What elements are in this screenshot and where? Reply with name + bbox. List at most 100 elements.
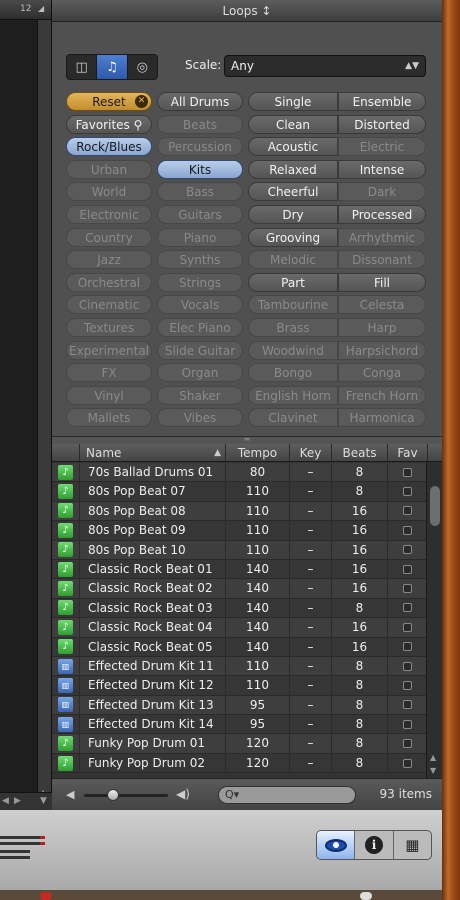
keyword-button-distorted[interactable]: Distorted bbox=[338, 114, 426, 134]
table-row[interactable]: ♪ 80s Pop Beat 10 110–16 bbox=[52, 540, 426, 560]
table-row[interactable]: ▥ Effected Drum Kit 13 95–8 bbox=[52, 695, 426, 716]
keyword-button-experimental[interactable]: Experimental bbox=[66, 340, 152, 360]
scale-select[interactable]: Any ▲▼ bbox=[224, 55, 426, 77]
track-vertical-scrollbar[interactable]: ▲ bbox=[37, 20, 51, 797]
keyword-button-clean[interactable]: Clean bbox=[248, 114, 338, 134]
favorite-checkbox[interactable] bbox=[402, 758, 412, 768]
table-row[interactable]: ♪ Funky Pop Drum 01 120–8 bbox=[52, 734, 426, 754]
favorite-checkbox[interactable] bbox=[402, 661, 412, 671]
keyword-button-harmonica[interactable]: Harmonica bbox=[338, 408, 426, 428]
keyword-button-bass[interactable]: Bass bbox=[157, 182, 243, 202]
keyword-button-harpsichord[interactable]: Harpsichord bbox=[338, 340, 426, 360]
results-scrollbar[interactable]: ▲ ▼ bbox=[426, 462, 442, 778]
keyword-button-processed[interactable]: Processed bbox=[338, 205, 426, 224]
col-header-key[interactable]: Key bbox=[290, 444, 332, 461]
keyword-button-dry[interactable]: Dry bbox=[248, 205, 338, 224]
keyword-button-tambourine[interactable]: Tambourine bbox=[248, 295, 338, 315]
loop-browser-button[interactable] bbox=[317, 831, 356, 859]
keyword-button-bongo[interactable]: Bongo bbox=[248, 363, 338, 383]
keyword-button-fill[interactable]: Fill bbox=[338, 272, 426, 292]
keyword-button-relaxed[interactable]: Relaxed bbox=[248, 159, 338, 179]
keyword-button-guitars[interactable]: Guitars bbox=[157, 205, 243, 224]
col-header-fav[interactable]: Fav bbox=[388, 444, 428, 461]
keyword-button-favorites[interactable]: Favorites ⚲ bbox=[66, 114, 152, 134]
keyword-button-urban[interactable]: Urban bbox=[66, 159, 152, 179]
favorite-checkbox[interactable] bbox=[402, 719, 412, 729]
keyword-button-woodwind[interactable]: Woodwind bbox=[248, 340, 338, 360]
table-row[interactable]: ♪ 80s Pop Beat 09 110–16 bbox=[52, 521, 426, 541]
col-header-beats[interactable]: Beats bbox=[332, 444, 388, 461]
podcast-view-button[interactable]: ◎ bbox=[128, 55, 157, 79]
favorite-checkbox[interactable] bbox=[402, 564, 412, 574]
table-row[interactable]: ♪ 80s Pop Beat 08 110–16 bbox=[52, 501, 426, 522]
volume-slider-thumb[interactable] bbox=[107, 789, 120, 801]
scroll-down-icon[interactable]: ▼ bbox=[40, 796, 47, 806]
keyword-button-all-drums[interactable]: All Drums bbox=[157, 92, 243, 111]
favorite-checkbox[interactable] bbox=[402, 467, 412, 477]
favorite-checkbox[interactable] bbox=[402, 487, 412, 497]
col-header-tempo[interactable]: Tempo bbox=[226, 444, 290, 461]
keyword-button-clavinet[interactable]: Clavinet bbox=[248, 408, 338, 428]
table-row[interactable]: ♪ Classic Rock Beat 03 140–8 bbox=[52, 598, 426, 619]
table-row[interactable]: ▥ Effected Drum Kit 11 110–8 bbox=[52, 656, 426, 677]
table-row[interactable]: ▥ Effected Drum Kit 14 95–8 bbox=[52, 715, 426, 735]
media-browser-button[interactable]: ▦ bbox=[394, 831, 431, 859]
favorite-checkbox[interactable] bbox=[402, 680, 412, 690]
keyword-button-grooving[interactable]: Grooving bbox=[248, 227, 338, 247]
scroll-right-icon[interactable]: ▶ bbox=[14, 796, 21, 806]
table-row[interactable]: ♪ Classic Rock Beat 02 140–16 bbox=[52, 579, 426, 599]
keyword-button-arrhythmic[interactable]: Arrhythmic bbox=[338, 227, 426, 247]
keyword-button-acoustic[interactable]: Acoustic bbox=[248, 137, 338, 157]
table-row[interactable]: ♪ Classic Rock Beat 01 140–16 bbox=[52, 559, 426, 580]
favorite-checkbox[interactable] bbox=[402, 603, 412, 613]
table-row[interactable]: ▥ Effected Drum Kit 12 110–8 bbox=[52, 676, 426, 696]
favorite-checkbox[interactable] bbox=[402, 506, 412, 516]
keyword-button-orchestral[interactable]: Orchestral bbox=[66, 272, 152, 292]
table-row[interactable]: ♪ Classic Rock Beat 05 140–16 bbox=[52, 637, 426, 657]
keyword-button-dark[interactable]: Dark bbox=[338, 182, 426, 202]
keyword-button-synths[interactable]: Synths bbox=[157, 250, 243, 270]
favorite-checkbox[interactable] bbox=[402, 622, 412, 632]
keyword-button-cinematic[interactable]: Cinematic bbox=[66, 295, 152, 315]
keyword-button-electronic[interactable]: Electronic bbox=[66, 205, 152, 224]
keyword-button-jazz[interactable]: Jazz bbox=[66, 250, 152, 270]
track-hscroll[interactable]: ◀ ▶ ▼ bbox=[0, 792, 52, 810]
keyword-button-conga[interactable]: Conga bbox=[338, 363, 426, 383]
scroll-thumb[interactable] bbox=[430, 486, 440, 526]
favorite-checkbox[interactable] bbox=[402, 700, 412, 710]
keyword-button-piano[interactable]: Piano bbox=[157, 227, 243, 247]
loops-menu-title[interactable]: Loops ↕ bbox=[52, 0, 442, 22]
keyword-button-electric[interactable]: Electric bbox=[338, 137, 426, 157]
table-row[interactable]: ♪ Classic Rock Beat 04 140–16 bbox=[52, 618, 426, 638]
keyword-button-rock-blues[interactable]: Rock/Blues bbox=[66, 137, 152, 157]
keyword-button-intense[interactable]: Intense bbox=[338, 159, 426, 179]
keyword-button-organ[interactable]: Organ bbox=[157, 363, 243, 383]
keyword-button-percussion[interactable]: Percussion bbox=[157, 137, 243, 157]
keyword-button-cheerful[interactable]: Cheerful bbox=[248, 182, 338, 202]
keyword-button-dissonant[interactable]: Dissonant bbox=[338, 250, 426, 270]
track-info-button[interactable]: i bbox=[355, 831, 394, 859]
keyword-button-strings[interactable]: Strings bbox=[157, 272, 243, 292]
keyword-button-vibes[interactable]: Vibes bbox=[157, 408, 243, 428]
table-row[interactable]: ♪ Funky Pop Drum 02 120–8 bbox=[52, 753, 426, 774]
scroll-left-icon[interactable]: ◀ bbox=[2, 796, 9, 806]
keyword-button-slide-guitar[interactable]: Slide Guitar bbox=[157, 340, 243, 360]
keyword-button-fx[interactable]: FX bbox=[66, 363, 152, 383]
favorite-checkbox[interactable] bbox=[402, 584, 412, 594]
keyword-button-world[interactable]: World bbox=[66, 182, 152, 202]
keyword-button-kits[interactable]: Kits bbox=[157, 159, 243, 179]
keyword-button-part[interactable]: Part bbox=[248, 272, 338, 292]
keyword-button-harp[interactable]: Harp bbox=[338, 318, 426, 337]
favorite-checkbox[interactable] bbox=[402, 545, 412, 555]
keyword-button-mallets[interactable]: Mallets bbox=[66, 408, 152, 428]
keyword-button-elec-piano[interactable]: Elec Piano bbox=[157, 318, 243, 337]
keyword-button-country[interactable]: Country bbox=[66, 227, 152, 247]
keyword-button-reset[interactable]: Reset ✕ bbox=[66, 92, 152, 111]
keyword-button-textures[interactable]: Textures bbox=[66, 318, 152, 337]
table-row[interactable]: ♪ 80s Pop Beat 07 110–8 bbox=[52, 482, 426, 502]
keyword-button-celesta[interactable]: Celesta bbox=[338, 295, 426, 315]
keyword-button-brass[interactable]: Brass bbox=[248, 318, 338, 337]
keyword-button-vocals[interactable]: Vocals bbox=[157, 295, 243, 315]
keyword-button-single[interactable]: Single bbox=[248, 92, 338, 111]
keyword-button-english-horn[interactable]: English Horn bbox=[248, 385, 338, 405]
